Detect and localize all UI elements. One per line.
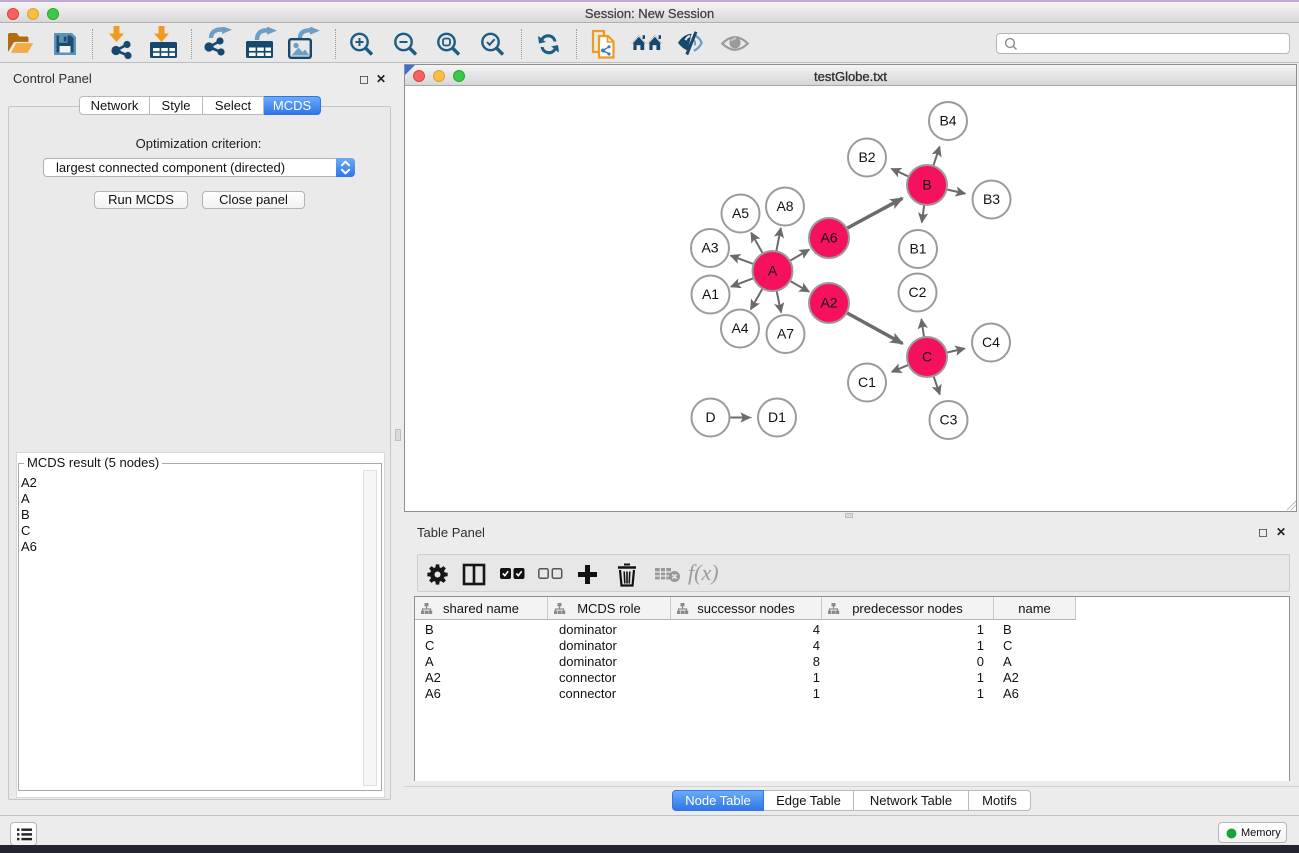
svg-text:C2: C2 xyxy=(909,284,927,300)
svg-text:D1: D1 xyxy=(768,409,786,425)
svg-text:A8: A8 xyxy=(776,198,793,214)
svg-text:A2: A2 xyxy=(820,295,837,311)
svg-text:B1: B1 xyxy=(909,241,926,257)
svg-text:C4: C4 xyxy=(982,334,1000,350)
svg-text:A5: A5 xyxy=(732,205,749,221)
svg-text:C3: C3 xyxy=(940,412,958,428)
svg-text:A6: A6 xyxy=(820,230,837,246)
svg-text:B2: B2 xyxy=(858,149,875,165)
svg-text:C1: C1 xyxy=(858,374,876,390)
svg-text:B: B xyxy=(922,177,931,193)
svg-text:A: A xyxy=(768,263,778,279)
svg-text:D: D xyxy=(705,409,715,425)
svg-text:B4: B4 xyxy=(939,113,956,129)
svg-text:C: C xyxy=(922,349,932,365)
svg-text:A4: A4 xyxy=(731,320,748,336)
svg-text:A3: A3 xyxy=(701,240,718,256)
svg-text:B3: B3 xyxy=(983,191,1000,207)
svg-text:A7: A7 xyxy=(777,326,794,342)
svg-text:A1: A1 xyxy=(702,286,719,302)
